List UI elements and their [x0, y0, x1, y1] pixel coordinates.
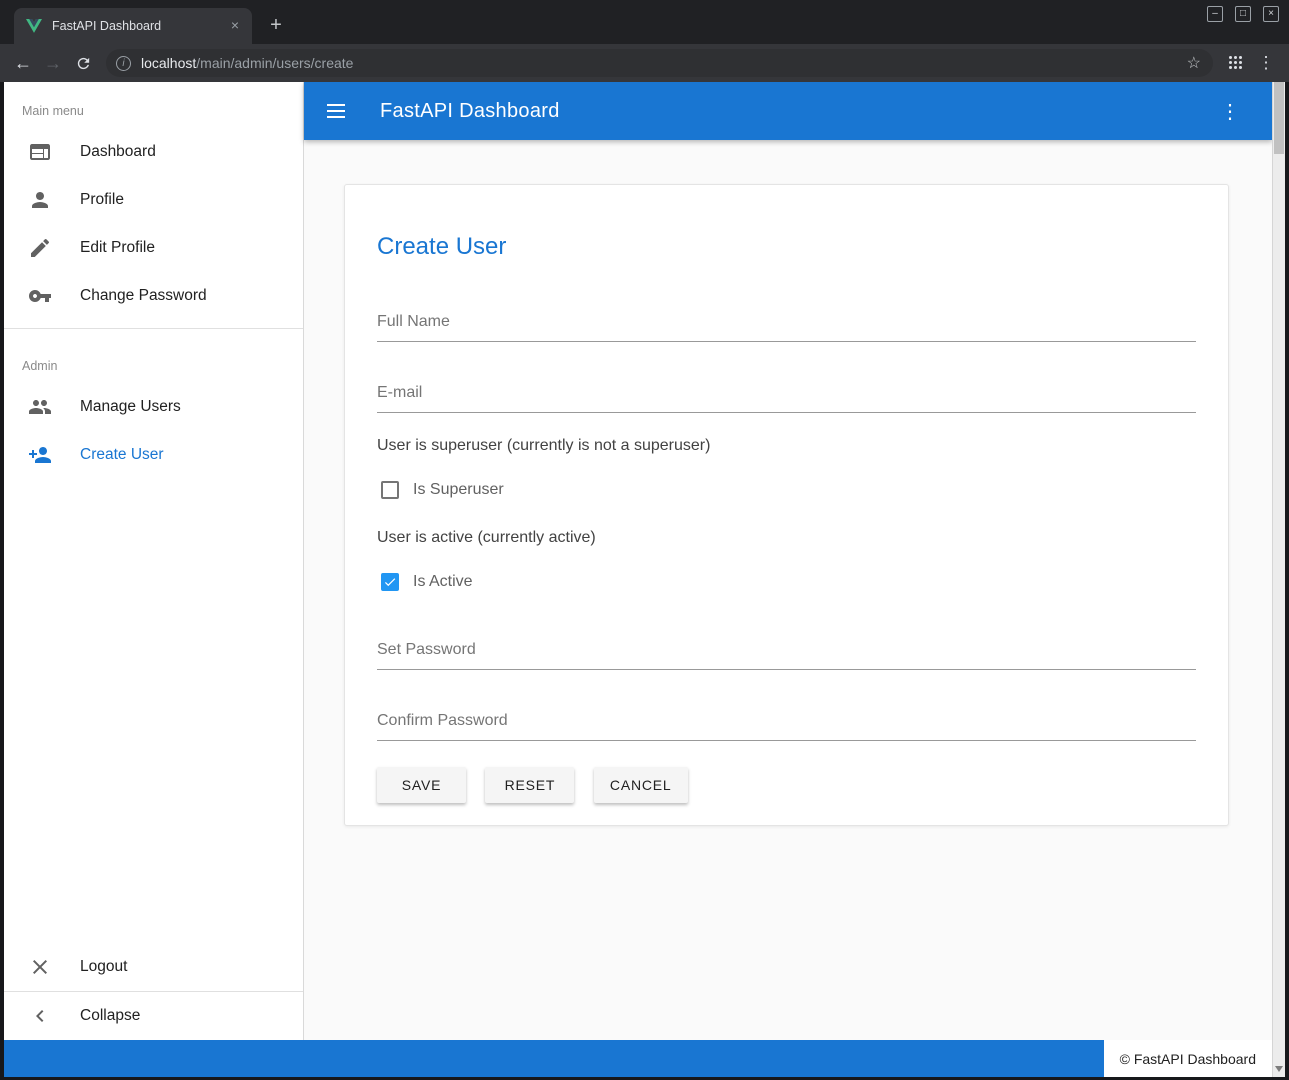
sidebar-section-admin: Admin	[4, 337, 303, 383]
sidebar-item-profile[interactable]: Profile	[4, 176, 303, 224]
sidebar-item-create-user[interactable]: Create User	[4, 431, 303, 479]
create-user-card: Create User User is superuser (currently…	[344, 184, 1229, 826]
sidebar-section-main-menu: Main menu	[4, 82, 303, 128]
check-icon	[383, 575, 397, 589]
menu-icon[interactable]	[312, 87, 360, 135]
sidebar-item-label: Change Password	[80, 287, 207, 305]
email-input[interactable]	[377, 382, 1196, 412]
app-footer: © FastAPI Dashboard	[4, 1040, 1272, 1077]
app-root: Main menu Dashboard Profile Edit Profile…	[4, 82, 1272, 1040]
sidebar: Main menu Dashboard Profile Edit Profile…	[4, 82, 304, 1040]
url-path: /main/admin/users/create	[196, 55, 353, 71]
sidebar-item-edit-profile[interactable]: Edit Profile	[4, 224, 303, 272]
appbar-kebab-icon[interactable]: ⋮	[1212, 93, 1248, 129]
browser-navbar: ← → i localhost/main/admin/users/create …	[0, 44, 1289, 82]
cancel-button[interactable]: CANCEL	[594, 767, 688, 803]
is-active-label[interactable]: Is Active	[413, 573, 473, 591]
browser-apps-icon[interactable]	[1221, 48, 1251, 78]
sidebar-item-manage-users[interactable]: Manage Users	[4, 383, 303, 431]
sidebar-item-label: Collapse	[80, 1007, 140, 1025]
window-maximize-button[interactable]: □	[1235, 6, 1251, 22]
confirm-password-input[interactable]	[377, 710, 1196, 740]
password-input[interactable]	[377, 639, 1196, 669]
sidebar-item-label: Logout	[80, 958, 127, 976]
vue-favicon-icon	[26, 19, 42, 33]
window-close-button[interactable]: ×	[1263, 6, 1279, 22]
key-icon	[28, 284, 52, 308]
pencil-icon	[28, 236, 52, 260]
sidebar-item-label: Create User	[80, 446, 164, 464]
confirm-password-field[interactable]	[377, 710, 1196, 741]
form-buttons: SAVE RESET CANCEL	[377, 767, 1196, 803]
person-icon	[28, 188, 52, 212]
page-title: Create User	[377, 233, 1196, 261]
page-content: Create User User is superuser (currently…	[304, 140, 1272, 1040]
app-title: FastAPI Dashboard	[380, 100, 560, 123]
active-hint-text: User is active (currently active)	[377, 529, 1196, 547]
sidebar-divider	[4, 328, 303, 329]
page-info-icon[interactable]: i	[116, 56, 131, 71]
is-superuser-checkbox[interactable]	[381, 481, 399, 499]
bookmark-star-icon[interactable]: ☆	[1185, 53, 1203, 73]
sidebar-item-logout[interactable]: Logout	[4, 943, 303, 991]
url-host: localhost	[141, 55, 196, 71]
is-superuser-label[interactable]: Is Superuser	[413, 481, 504, 499]
forward-icon[interactable]: →	[38, 48, 68, 78]
sidebar-item-label: Edit Profile	[80, 239, 155, 257]
scroll-down-arrow-icon[interactable]	[1275, 1066, 1283, 1072]
password-field[interactable]	[377, 639, 1196, 670]
person-add-icon	[28, 443, 52, 467]
is-superuser-checkbox-row[interactable]: Is Superuser	[377, 481, 1196, 499]
sidebar-spacer	[4, 479, 303, 943]
is-active-checkbox[interactable]	[381, 573, 399, 591]
copyright-text: © FastAPI Dashboard	[1104, 1040, 1272, 1077]
sidebar-item-label: Profile	[80, 191, 124, 209]
full-name-input[interactable]	[377, 311, 1196, 341]
new-tab-button[interactable]: +	[262, 12, 290, 40]
scrollbar-thumb[interactable]	[1274, 82, 1284, 154]
browser-window: FastAPI Dashboard × + – □ × ← → i localh…	[0, 0, 1289, 1080]
window-minimize-button[interactable]: –	[1207, 6, 1223, 22]
sidebar-item-dashboard[interactable]: Dashboard	[4, 128, 303, 176]
sidebar-item-label: Manage Users	[80, 398, 181, 416]
main-area: FastAPI Dashboard ⋮ Create User User is …	[304, 82, 1272, 1040]
dashboard-icon	[28, 140, 52, 164]
superuser-hint-text: User is superuser (currently is not a su…	[377, 437, 1196, 455]
email-field[interactable]	[377, 382, 1196, 413]
back-icon[interactable]: ←	[8, 48, 38, 78]
chevron-left-icon	[28, 1004, 52, 1028]
save-button[interactable]: SAVE	[377, 767, 466, 803]
group-icon	[28, 395, 52, 419]
tab-close-icon[interactable]: ×	[226, 17, 244, 35]
sidebar-item-change-password[interactable]: Change Password	[4, 272, 303, 320]
address-bar[interactable]: i localhost/main/admin/users/create ☆	[106, 49, 1213, 77]
browser-menu-icon[interactable]: ⋮	[1251, 48, 1281, 78]
close-icon	[28, 955, 52, 979]
browser-tab[interactable]: FastAPI Dashboard ×	[14, 8, 252, 44]
reset-button[interactable]: RESET	[485, 767, 574, 803]
page-scrollbar[interactable]	[1272, 82, 1285, 1077]
apps-grid-glyph	[1229, 56, 1243, 70]
sidebar-item-label: Dashboard	[80, 143, 156, 161]
url-text: localhost/main/admin/users/create	[141, 55, 1185, 71]
window-controls: – □ ×	[1207, 6, 1279, 22]
full-name-field[interactable]	[377, 311, 1196, 342]
is-active-checkbox-row[interactable]: Is Active	[377, 573, 1196, 591]
sidebar-item-collapse[interactable]: Collapse	[4, 992, 303, 1040]
reload-icon[interactable]	[68, 48, 98, 78]
browser-titlebar: FastAPI Dashboard × + – □ ×	[0, 0, 1289, 44]
app-bar: FastAPI Dashboard ⋮	[304, 82, 1272, 140]
tab-title: FastAPI Dashboard	[52, 19, 226, 33]
